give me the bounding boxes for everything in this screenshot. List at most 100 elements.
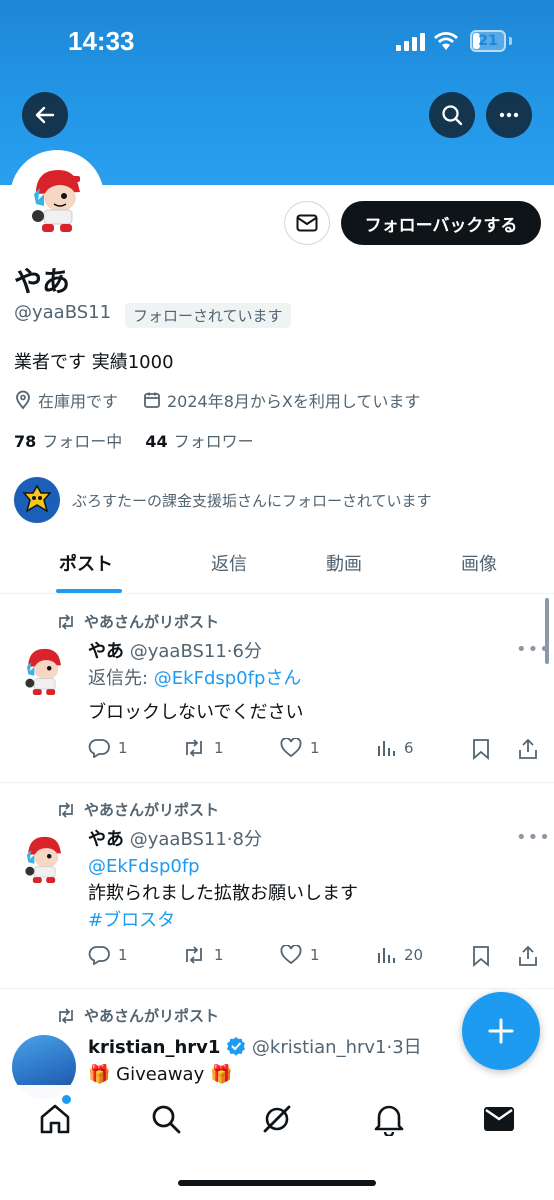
plus-icon (488, 1018, 514, 1044)
followers-count: 44 (145, 432, 168, 451)
post-text: 🎁 Giveaway 🎁 (88, 1064, 233, 1085)
reply-prefix: 返信先: (88, 668, 154, 689)
character-avatar-image (14, 154, 100, 240)
bookmark-button[interactable] (472, 945, 490, 967)
repost-indicator: やあさんがリポスト (56, 611, 219, 632)
reply-button[interactable]: 1 (88, 738, 128, 758)
character-avatar-image (25, 648, 62, 696)
profile-avatar[interactable] (10, 150, 104, 244)
post-meta: @kristian_hrv1·3日 (251, 1037, 422, 1058)
share-icon (519, 738, 537, 759)
repost-icon (186, 739, 202, 757)
followed-by-note[interactable]: ぶろすたーの課金支援垢さんにフォローされています (14, 477, 432, 523)
post-more-icon[interactable]: ••• (516, 639, 551, 660)
repost-button[interactable]: 1 (182, 945, 224, 965)
following-label: フォロー中 (42, 432, 123, 451)
heart-icon (280, 738, 302, 758)
post-avatar[interactable] (12, 825, 76, 889)
verified-badge-icon (227, 1037, 246, 1056)
post-text: ブロックしないでください (88, 702, 304, 723)
reply-to-line: 返信先: @EkFdsp0fpさん (88, 665, 301, 692)
repost-label: やあさんがリポスト (84, 613, 220, 631)
reply-count: 1 (118, 946, 128, 964)
bookmark-button[interactable] (472, 738, 490, 760)
follow-back-button[interactable]: フォローバックする (341, 201, 541, 245)
reply-button[interactable]: 1 (88, 945, 128, 965)
repost-icon (59, 801, 73, 818)
more-options-button[interactable] (486, 92, 532, 138)
status-bar: 14:33 21 (0, 0, 554, 80)
post-avatar[interactable] (12, 637, 76, 701)
timeline-post[interactable]: やあさんがリポスト やあ @yaaBS11·6分 ••• 返信先: @EkFds… (0, 595, 554, 783)
bookmark-icon (473, 739, 489, 760)
like-count: 1 (310, 946, 320, 964)
nav-explore[interactable] (148, 1101, 184, 1137)
reply-icon (88, 739, 110, 758)
views-button[interactable]: 6 (376, 738, 414, 758)
post-header: やあ @yaaBS11·6分 (88, 637, 262, 663)
like-count: 1 (310, 739, 320, 757)
repost-icon (59, 1007, 73, 1024)
mention-link[interactable]: @EkFdsp0fp (88, 853, 200, 880)
reply-to-link[interactable]: @EkFdsp0fpさん (154, 668, 302, 689)
character-avatar-image (25, 836, 62, 884)
repost-indicator: やあさんがリポスト (56, 799, 219, 820)
envelope-icon (296, 214, 318, 232)
status-time: 14:33 (68, 26, 135, 56)
like-button[interactable]: 1 (280, 738, 320, 758)
following-link[interactable]: 78 フォロー中 (14, 432, 122, 451)
nav-home[interactable] (37, 1101, 73, 1137)
repost-icon (186, 946, 202, 964)
bookmark-icon (473, 946, 489, 967)
share-icon (519, 945, 537, 966)
nav-messages[interactable] (481, 1101, 517, 1137)
analytics-icon (378, 948, 395, 963)
post-meta: @yaaBS11·8分 (129, 829, 262, 850)
tab-replies[interactable]: 返信 (211, 550, 247, 576)
display-name: やあ (14, 265, 71, 298)
post-actions: 1 1 1 20 (88, 945, 544, 971)
location-info: 在庫用です (14, 388, 118, 412)
follower-avatar (14, 477, 60, 523)
heart-icon (280, 945, 302, 965)
tab-videos[interactable]: 動画 (326, 550, 362, 576)
nav-grok[interactable] (259, 1101, 295, 1137)
compose-post-button[interactable] (462, 992, 540, 1070)
back-arrow-icon (35, 106, 55, 124)
following-count: 78 (14, 432, 37, 451)
battery-cap (509, 37, 512, 45)
share-button[interactable] (518, 945, 538, 967)
calendar-icon (144, 392, 160, 408)
repost-label: やあさんがリポスト (84, 1007, 220, 1025)
search-button[interactable] (429, 92, 475, 138)
back-button[interactable] (22, 92, 68, 138)
followers-link[interactable]: 44 フォロワー (145, 432, 253, 451)
timeline-post[interactable]: やあさんがリポスト やあ @yaaBS11·8分 ••• @EkFdsp0fp … (0, 783, 554, 989)
skull-badge-icon (22, 484, 52, 513)
followers-label: フォロワー (173, 432, 254, 451)
tab-images[interactable]: 画像 (461, 550, 497, 576)
post-author-name: やあ (88, 829, 124, 850)
profile-tabs: ポスト 返信 動画 画像 (0, 540, 554, 594)
battery-percent: 21 (478, 33, 498, 49)
repost-count: 1 (214, 739, 224, 757)
message-button[interactable] (284, 201, 330, 245)
search-icon (152, 1105, 181, 1134)
repost-label: やあさんがリポスト (84, 801, 220, 819)
profile-bio: 業者です 実績1000 (14, 352, 174, 373)
nav-notifications[interactable] (371, 1101, 407, 1137)
view-count: 6 (404, 739, 414, 757)
post-actions: 1 1 1 6 (88, 738, 544, 764)
tab-posts[interactable]: ポスト (59, 550, 113, 576)
repost-button[interactable]: 1 (182, 738, 224, 758)
post-text: 詐欺られました拡散お願いします (88, 883, 358, 904)
joined-info: 2024年8月からXを利用しています (143, 388, 420, 412)
views-button[interactable]: 20 (376, 945, 423, 965)
post-more-icon[interactable]: ••• (516, 827, 551, 848)
share-button[interactable] (518, 738, 538, 760)
post-header: やあ @yaaBS11·8分 (88, 825, 262, 851)
followed-by-text: ぶろすたーの課金支援垢さんにフォローされています (72, 491, 432, 510)
hashtag-link[interactable]: #ブロスタ (88, 907, 175, 934)
follow-counts: 78 フォロー中 44 フォロワー (14, 428, 254, 452)
like-button[interactable]: 1 (280, 945, 320, 965)
